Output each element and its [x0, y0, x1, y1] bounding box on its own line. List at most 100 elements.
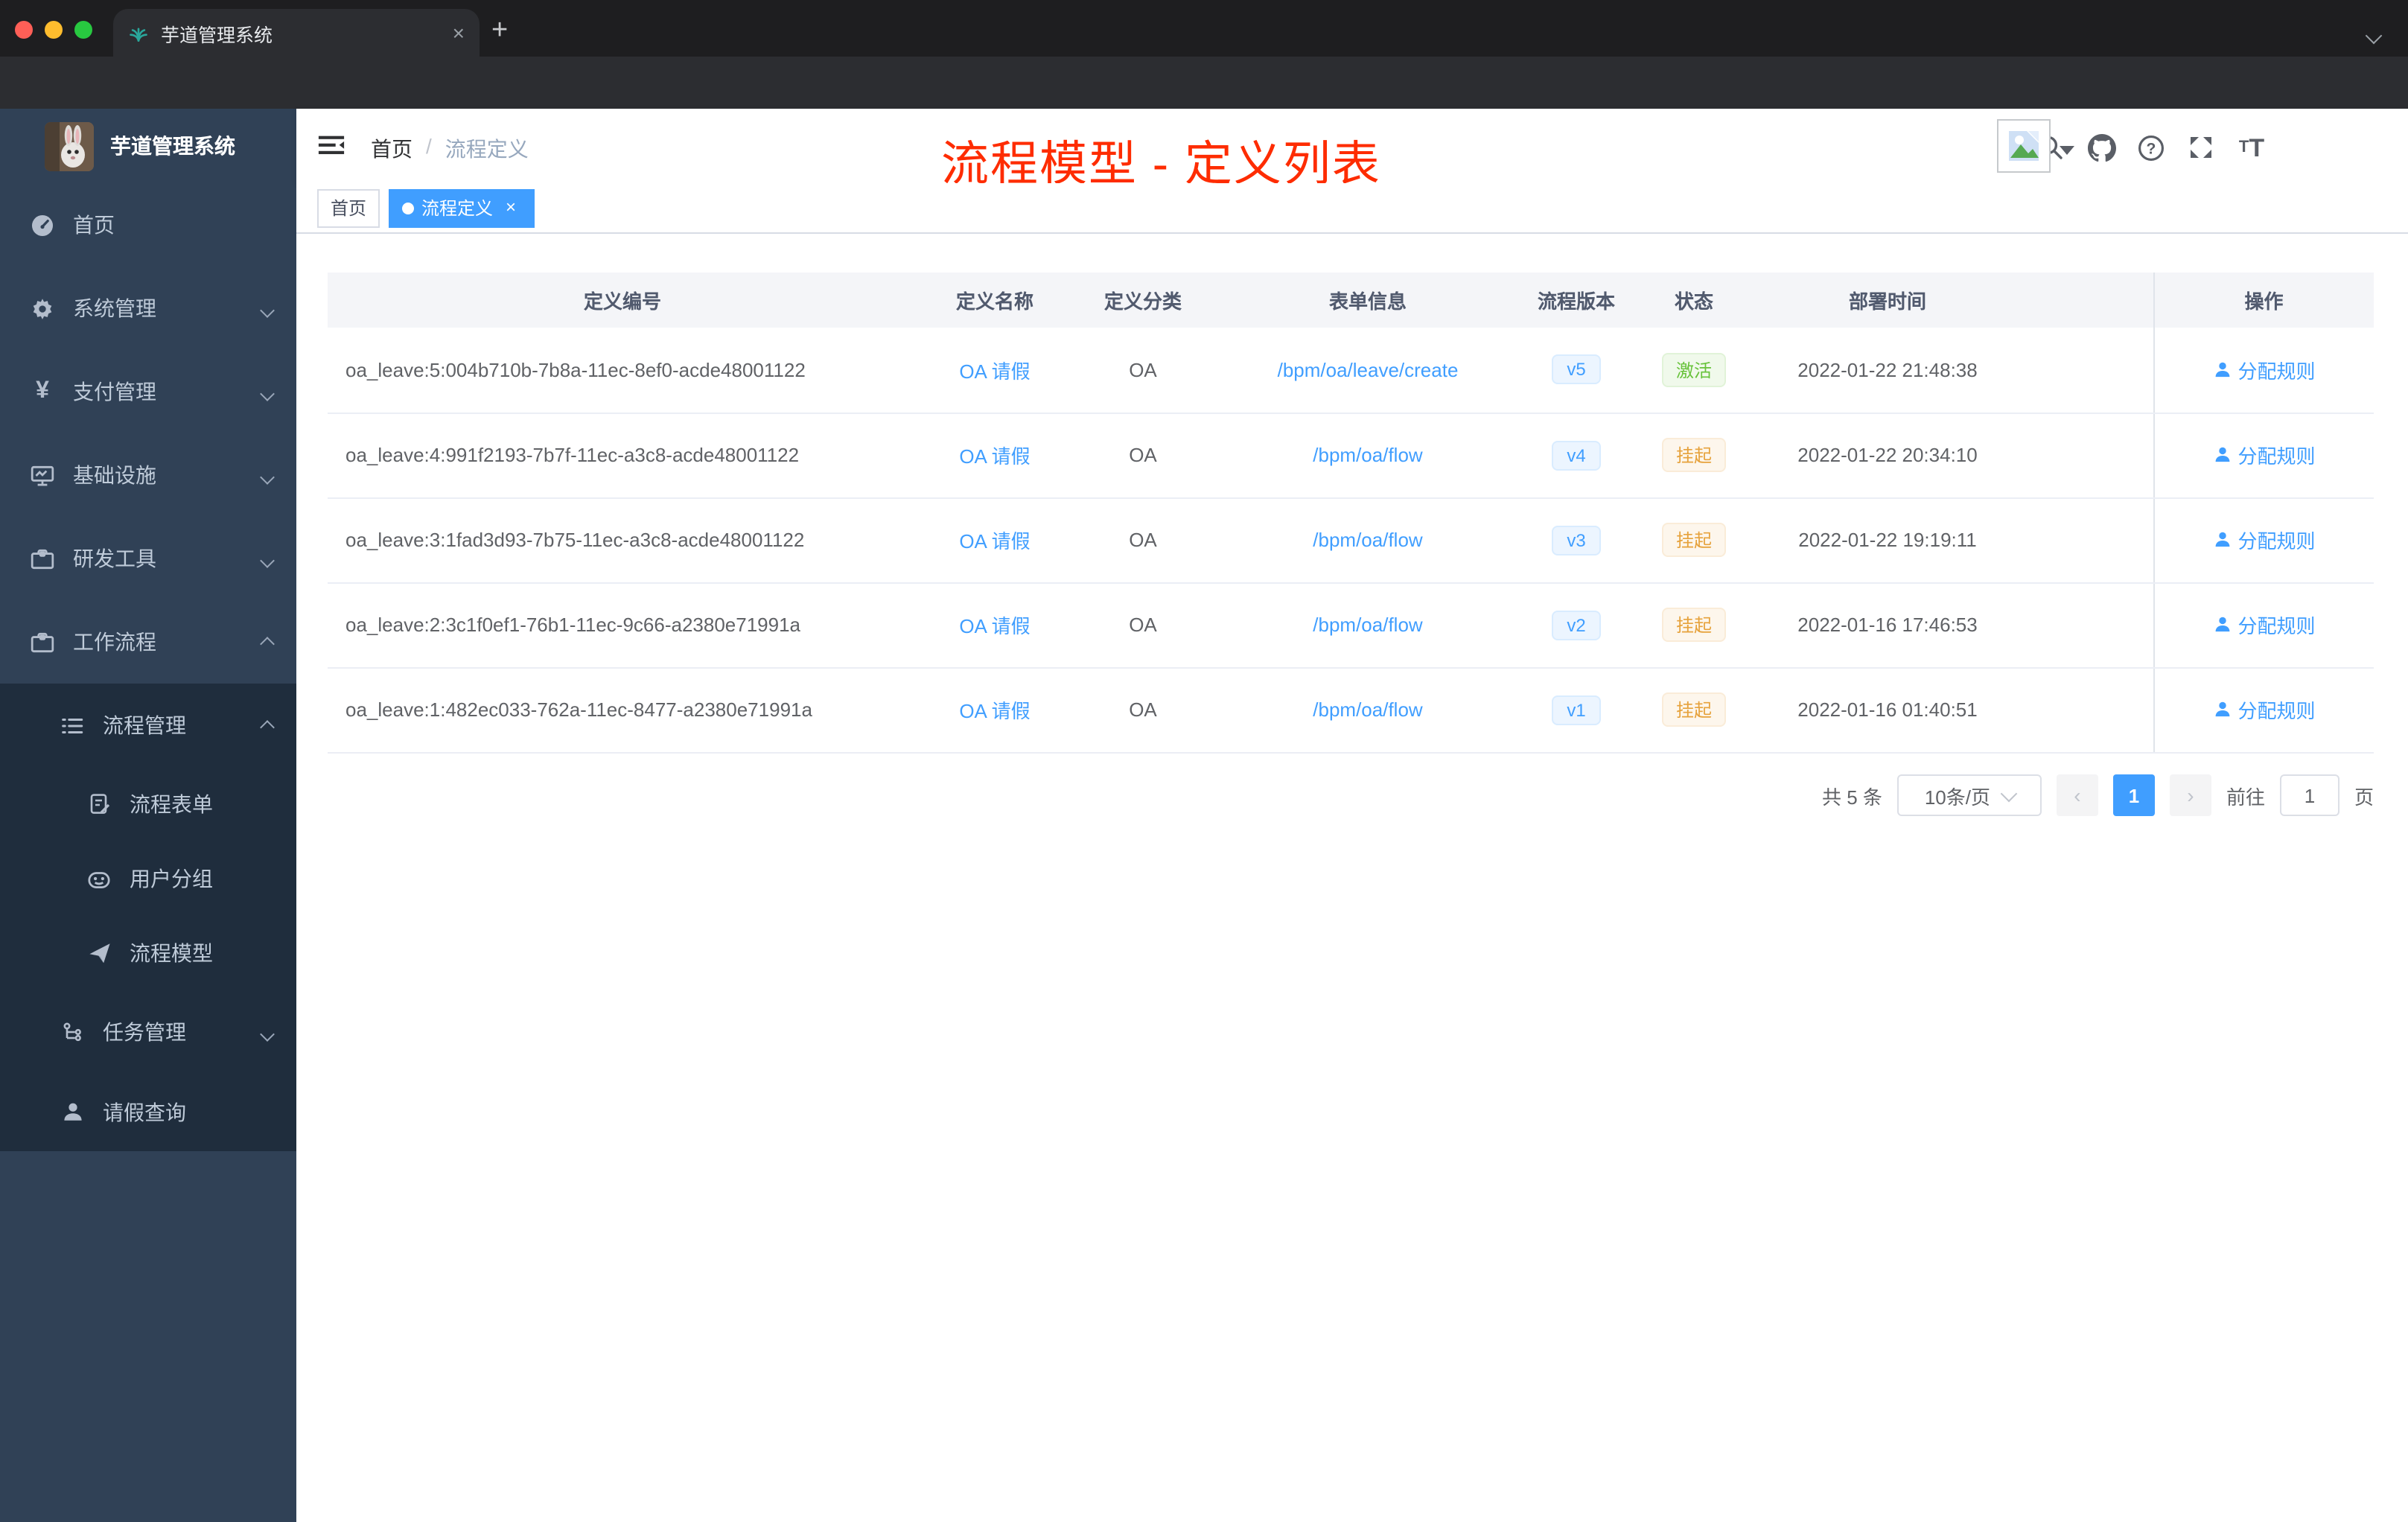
version-badge: v2 [1552, 610, 1601, 640]
org-icon [60, 1019, 85, 1045]
assign-rule-link[interactable]: 分配规则 [2212, 695, 2316, 724]
sidebar-item-process-form[interactable]: 流程表单 [0, 767, 296, 841]
sidebar-item-label: 研发工具 [73, 547, 156, 570]
minimize-window-button[interactable] [45, 21, 63, 39]
col-header-filler [2018, 273, 2153, 328]
cell-category: OA [1072, 497, 1214, 583]
tag-home[interactable]: 首页 [317, 188, 380, 227]
chevron-down-icon [260, 380, 275, 404]
select-chevron-icon [1999, 784, 2017, 802]
form-link[interactable]: /bpm/oa/flow [1313, 529, 1422, 551]
form-link[interactable]: /bpm/oa/flow [1313, 444, 1422, 466]
close-window-button[interactable] [15, 21, 33, 39]
tag-close-icon[interactable]: × [500, 197, 521, 218]
sidebar-item-label: 流程表单 [130, 792, 213, 816]
definition-name-link[interactable]: OA 请假 [959, 615, 1030, 637]
sidebar-item-system[interactable]: 系统管理 [0, 267, 296, 350]
cell-category: OA [1072, 582, 1214, 668]
sidebar-item-payment[interactable]: ¥ 支付管理 [0, 350, 296, 433]
tab-search-chevron-icon[interactable] [2365, 22, 2383, 45]
assign-rule-label: 分配规则 [2237, 700, 2316, 722]
status-badge: 激活 [1662, 352, 1725, 387]
avatar-caret-icon[interactable] [2060, 146, 2074, 155]
group-icon [86, 866, 112, 891]
font-size-icon[interactable]: TT [2234, 130, 2270, 165]
toolbox-icon [30, 546, 55, 571]
sidebar-item-user-group[interactable]: 用户分组 [0, 841, 296, 916]
zoom-window-button[interactable] [74, 21, 92, 39]
version-badge: v5 [1552, 354, 1601, 385]
cell-category: OA [1072, 328, 1214, 413]
cell-definition-id: oa_leave:5:004b710b-7b8a-11ec-8ef0-acde4… [328, 328, 917, 413]
col-header: 定义名称 [917, 273, 1072, 328]
sidebar-item-process-model[interactable]: 流程模型 [0, 916, 296, 990]
browser-toolbar: 不安全 | dashboard.yudao.iocoder.cn/bpm/man… [0, 57, 2408, 159]
version-badge: v3 [1552, 525, 1601, 555]
assign-rule-link[interactable]: 分配规则 [2212, 611, 2316, 639]
sidebar-item-infra[interactable]: 基础设施 [0, 433, 296, 517]
next-page-button[interactable]: › [2169, 774, 2211, 816]
sidebar-item-workflow[interactable]: 工作流程 [0, 600, 296, 684]
chevron-up-icon [260, 630, 275, 654]
sidebar-item-home[interactable]: 首页 [0, 183, 296, 267]
page-size-select[interactable]: 10条/页 [1896, 774, 2042, 816]
assign-rule-link[interactable]: 分配规则 [2212, 526, 2316, 554]
assign-rule-label: 分配规则 [2237, 530, 2316, 553]
col-header: 部署时间 [1757, 273, 2018, 328]
tab-close-icon[interactable]: × [453, 21, 465, 45]
cell-deploy-time: 2022-01-22 21:48:38 [1757, 328, 2018, 413]
page-size-value: 10条/页 [1924, 786, 1990, 808]
sidebar-item-task-mgmt[interactable]: 任务管理 [0, 990, 296, 1074]
sidebar-item-label: 支付管理 [73, 380, 156, 404]
sidebar-item-label: 流程模型 [130, 941, 213, 965]
table-header-row: 定义编号 定义名称 定义分类 表单信息 流程版本 状态 部署时间 操作 [328, 273, 2374, 328]
status-badge: 挂起 [1662, 438, 1725, 472]
cell-deploy-time: 2022-01-22 19:19:11 [1757, 497, 2018, 583]
definition-name-link[interactable]: OA 请假 [959, 360, 1030, 383]
sidebar-item-leave-query[interactable]: 请假查询 [0, 1074, 296, 1151]
goto-page-input[interactable] [2279, 774, 2339, 816]
definition-name-link[interactable]: OA 请假 [959, 445, 1030, 468]
toolbox-icon [30, 629, 55, 655]
table-row: oa_leave:2:3c1f0ef1-76b1-11ec-9c66-a2380… [328, 582, 2374, 668]
definition-name-link[interactable]: OA 请假 [959, 700, 1030, 722]
app-title: 芋道管理系统 [110, 134, 235, 158]
sidebar-item-label: 请假查询 [103, 1101, 186, 1124]
form-link[interactable]: /bpm/oa/flow [1313, 614, 1422, 636]
sidebar-item-devtools[interactable]: 研发工具 [0, 517, 296, 600]
version-badge: v4 [1552, 440, 1601, 470]
form-link[interactable]: /bpm/oa/leave/create [1278, 359, 1459, 381]
col-header: 表单信息 [1214, 273, 1522, 328]
sidebar-item-process-mgmt[interactable]: 流程管理 [0, 684, 296, 767]
sidebar-logo-bar: 芋道管理系统 [0, 109, 296, 183]
current-page-button[interactable]: 1 [2112, 774, 2155, 816]
cell-definition-id: oa_leave:2:3c1f0ef1-76b1-11ec-9c66-a2380… [328, 582, 917, 668]
sidebar-item-label: 流程管理 [103, 713, 186, 737]
definition-name-link[interactable]: OA 请假 [959, 530, 1030, 553]
window-controls[interactable] [15, 21, 92, 39]
breadcrumb-home[interactable]: 首页 [371, 134, 413, 164]
user-icon [60, 1100, 85, 1125]
sidebar-item-label: 系统管理 [73, 296, 156, 320]
sidebar-collapse-icon[interactable] [317, 133, 345, 158]
avatar[interactable] [1997, 119, 2051, 173]
col-header: 流程版本 [1522, 273, 1631, 328]
assign-rule-label: 分配规则 [2237, 445, 2316, 468]
github-icon[interactable] [2083, 130, 2119, 165]
form-link[interactable]: /bpm/oa/flow [1313, 698, 1422, 721]
assign-rule-link[interactable]: 分配规则 [2212, 441, 2316, 469]
cell-definition-id: oa_leave:3:1fad3d93-7b75-11ec-a3c8-acde4… [328, 497, 917, 583]
monitor-icon [30, 462, 55, 488]
help-icon[interactable]: ? [2133, 130, 2168, 165]
col-header-ops: 操作 [2153, 273, 2374, 328]
assign-rule-link[interactable]: 分配规则 [2212, 356, 2316, 384]
prev-page-button[interactable]: ‹ [2056, 774, 2098, 816]
tag-process-definition[interactable]: 流程定义 × [389, 188, 535, 227]
browser-tab[interactable]: 芋道管理系统 × [113, 9, 480, 57]
fullscreen-icon[interactable] [2183, 130, 2219, 165]
dashboard-icon [30, 212, 55, 238]
chevron-down-icon [260, 463, 275, 487]
tag-label: 首页 [331, 198, 367, 219]
new-tab-button[interactable]: + [491, 15, 508, 48]
total-count: 共 5 条 [1822, 786, 1882, 808]
